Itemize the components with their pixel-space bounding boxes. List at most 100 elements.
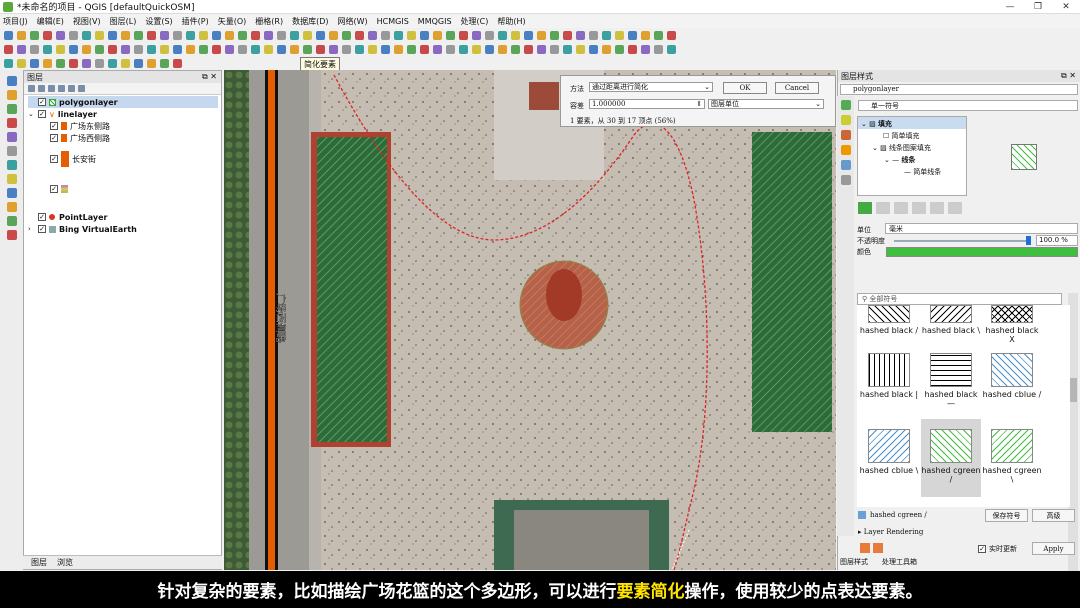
python-icon[interactable] xyxy=(407,30,416,40)
remove-layer-icon[interactable] xyxy=(78,85,85,92)
layer-checkbox[interactable]: ✓ xyxy=(38,110,46,118)
category-item[interactable]: ✓ 广场东侧路 xyxy=(50,120,110,132)
refresh-icon[interactable] xyxy=(160,30,169,40)
move-icon[interactable] xyxy=(277,30,286,40)
print-icon[interactable] xyxy=(485,30,494,40)
zoom-full-icon[interactable] xyxy=(43,44,52,54)
tolerance-input[interactable]: 1.000000 ⇕ xyxy=(589,99,705,109)
menu-web[interactable]: 网络(W) xyxy=(338,16,368,27)
add-wfs-icon[interactable] xyxy=(6,160,17,170)
measure-icon[interactable] xyxy=(17,58,26,68)
duplicate-icon[interactable] xyxy=(912,202,926,214)
calculator-icon[interactable] xyxy=(225,30,234,40)
zoom-layer-icon[interactable] xyxy=(147,30,156,40)
node-tool-icon[interactable] xyxy=(290,30,299,40)
undo-icon[interactable] xyxy=(264,44,273,54)
save-symbol-button[interactable]: 保存符号 xyxy=(985,509,1028,522)
menu-hcmgis[interactable]: HCMGIS xyxy=(377,17,409,26)
attribute-table-icon[interactable] xyxy=(641,30,650,40)
undo-icon[interactable] xyxy=(860,543,870,553)
category-checkbox[interactable]: ✓ xyxy=(50,134,58,142)
symbol-library-grid[interactable]: hashed black / hashed black \ hashed bla… xyxy=(857,305,1070,507)
open-icon[interactable] xyxy=(355,44,364,54)
tab-browser[interactable]: 浏览 xyxy=(57,557,73,568)
undo-icon[interactable] xyxy=(173,58,182,68)
select-icon[interactable] xyxy=(186,30,195,40)
measure-icon[interactable] xyxy=(628,30,637,40)
3d-view-icon[interactable] xyxy=(840,160,851,170)
python-icon[interactable] xyxy=(316,44,325,54)
tree-item-fill[interactable]: ⌄ ▨ 填充 xyxy=(858,117,966,129)
edit-icon[interactable] xyxy=(251,30,260,40)
filter-icon[interactable] xyxy=(48,85,55,92)
menu-edit[interactable]: 编辑(E) xyxy=(37,16,64,27)
style-manager-icon[interactable] xyxy=(28,85,35,92)
delete-icon[interactable] xyxy=(303,30,312,40)
layer-item-polygonlayer[interactable]: ✓ polygonlayer xyxy=(28,96,218,108)
redo-icon[interactable] xyxy=(873,543,883,553)
save-as-icon[interactable] xyxy=(43,30,52,40)
new-project-icon[interactable] xyxy=(342,44,351,54)
style-icon[interactable] xyxy=(420,44,429,54)
zoom-out-icon[interactable] xyxy=(459,44,468,54)
advanced-button[interactable]: 高级 xyxy=(1032,509,1075,522)
map-canvas[interactable]: 广场西侧路 xyxy=(224,70,836,570)
menu-help[interactable]: 帮助(H) xyxy=(497,16,525,27)
refresh-icon[interactable] xyxy=(69,44,78,54)
move-icon[interactable] xyxy=(615,44,624,54)
attribute-table-icon[interactable] xyxy=(30,58,39,68)
copy-icon[interactable] xyxy=(667,44,676,54)
layer-item-linelayer[interactable]: ⌄ ✓ ∨ linelayer xyxy=(28,108,97,120)
tab-processing-toolbox[interactable]: 处理工具箱 xyxy=(882,557,917,567)
cut-icon[interactable] xyxy=(316,30,325,40)
add-virtual-layer-icon[interactable] xyxy=(6,216,17,226)
measure-icon[interactable] xyxy=(108,44,117,54)
calculator-icon[interactable] xyxy=(563,44,572,54)
symbology-icon[interactable] xyxy=(840,100,851,110)
zoom-full-icon[interactable] xyxy=(472,44,481,54)
identify-icon[interactable] xyxy=(602,30,611,40)
menu-layer[interactable]: 图层(L) xyxy=(110,16,137,27)
expand-icon[interactable] xyxy=(58,85,65,92)
tree-item-line-pattern[interactable]: ⌄ ▨ 线条图案填充 xyxy=(858,141,966,153)
add-xyz-icon[interactable] xyxy=(6,174,17,184)
plugin-icon[interactable] xyxy=(394,30,403,40)
calculator-icon[interactable] xyxy=(134,44,143,54)
zoom-out-icon[interactable] xyxy=(121,30,130,40)
color-button[interactable] xyxy=(886,247,1078,257)
satellite-map[interactable]: 广场西侧路 xyxy=(224,70,836,570)
identify-icon[interactable] xyxy=(511,44,520,54)
unit-select[interactable]: 图层单位 ⌄ xyxy=(708,99,824,109)
undo-icon[interactable] xyxy=(355,30,364,40)
add-symbol-layer-icon[interactable] xyxy=(858,202,872,214)
edit-icon[interactable] xyxy=(589,44,598,54)
layer-item-pointlayer[interactable]: ✓ PointLayer xyxy=(38,211,107,223)
close-button[interactable]: ✕ xyxy=(1052,0,1080,14)
category-checkbox[interactable]: ✓ xyxy=(50,155,58,163)
menu-project[interactable]: 项目(J) xyxy=(3,16,28,27)
add-group-icon[interactable] xyxy=(38,85,45,92)
minimize-button[interactable]: — xyxy=(996,0,1024,14)
paste-icon[interactable] xyxy=(160,58,169,68)
cancel-button[interactable]: Cancel xyxy=(775,82,819,94)
select-icon[interactable] xyxy=(524,44,533,54)
lock-icon[interactable] xyxy=(894,202,908,214)
cut-icon[interactable] xyxy=(225,44,234,54)
edit-icon[interactable] xyxy=(69,58,78,68)
move-icon[interactable] xyxy=(95,58,104,68)
menu-vector[interactable]: 矢量(O) xyxy=(218,16,247,27)
processing-icon[interactable] xyxy=(420,30,429,40)
node-tool-icon[interactable] xyxy=(199,44,208,54)
menu-view[interactable]: 视图(V) xyxy=(73,16,101,27)
open-icon[interactable] xyxy=(17,30,26,40)
digitize-icon[interactable] xyxy=(576,44,585,54)
processing-icon[interactable] xyxy=(329,44,338,54)
method-select[interactable]: 通过距离进行简化 ⌄ xyxy=(589,82,713,92)
opacity-slider[interactable] xyxy=(894,240,1031,242)
delete-icon[interactable] xyxy=(212,44,221,54)
symbol-search-input[interactable]: ⚲ 全部符号 xyxy=(857,293,1062,305)
digitize-icon[interactable] xyxy=(238,30,247,40)
delete-icon[interactable] xyxy=(121,58,130,68)
select-icon[interactable] xyxy=(615,30,624,40)
layout-icon[interactable] xyxy=(69,30,78,40)
